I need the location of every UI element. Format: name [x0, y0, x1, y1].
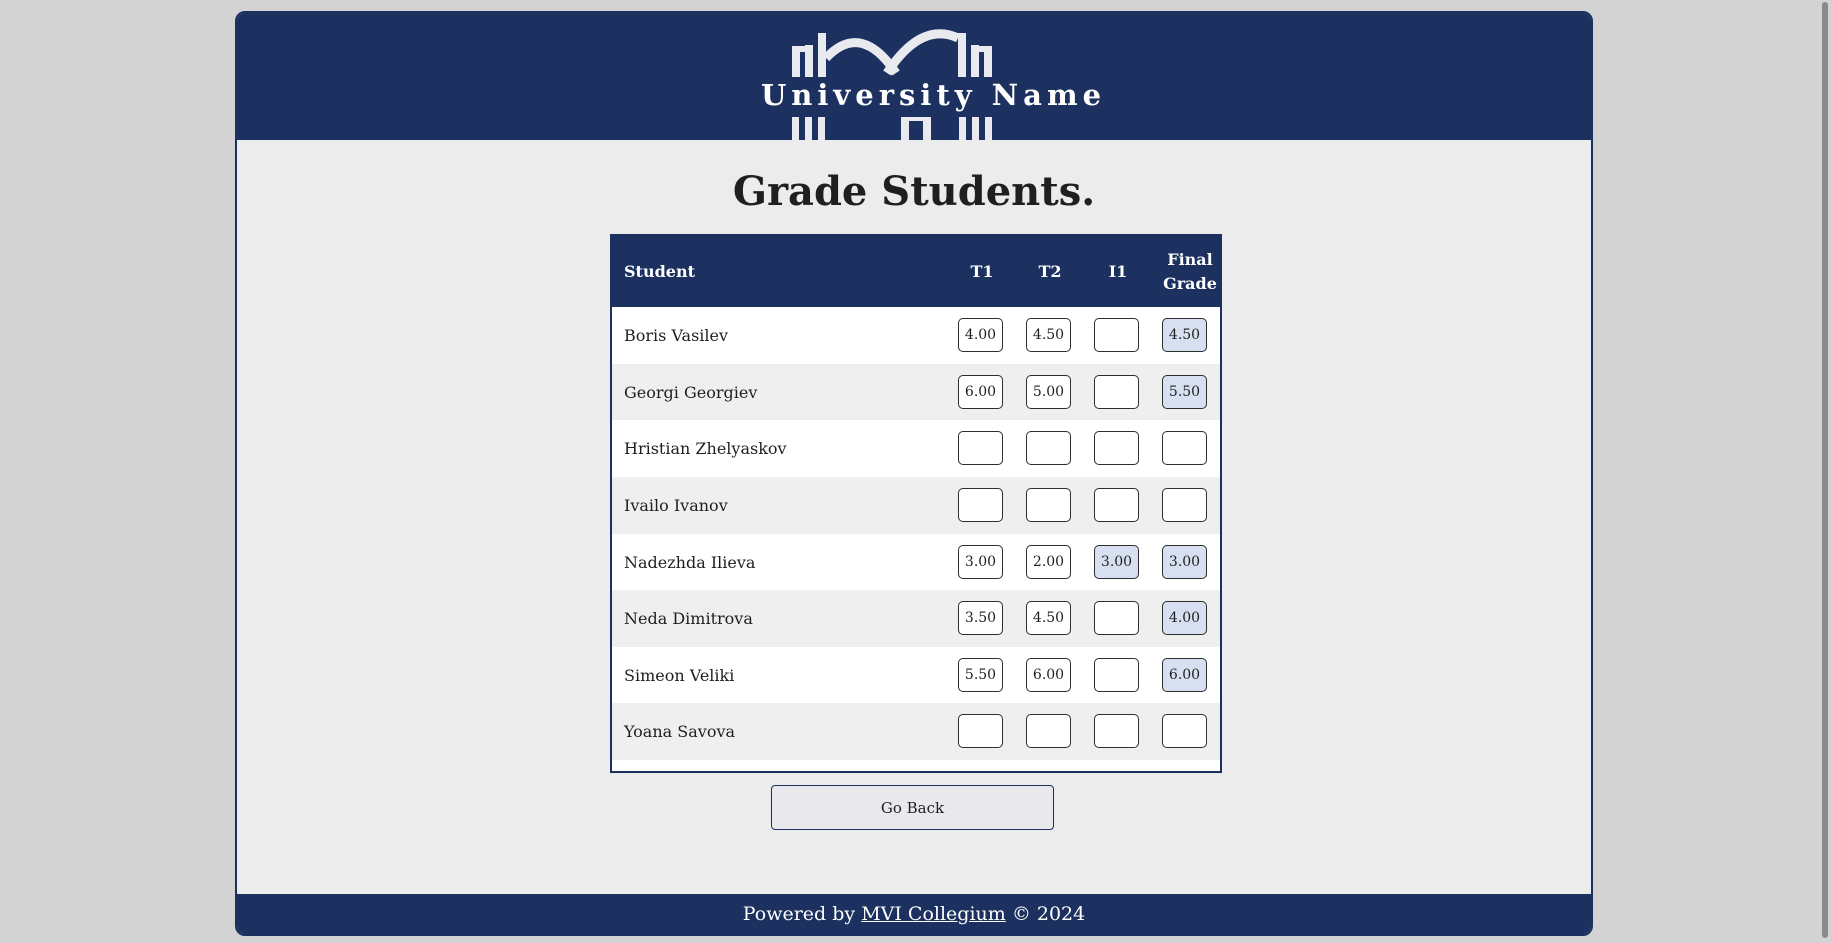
- final-grade-input[interactable]: [1162, 658, 1207, 692]
- footer: Powered by MVI Collegium © 2024: [237, 894, 1591, 934]
- i1-grade-input[interactable]: [1094, 375, 1139, 409]
- column-header-i1: I1: [1108, 261, 1128, 281]
- table-header: Student T1 T2 I1 Final Grade: [612, 236, 1220, 307]
- final-grade-input[interactable]: [1162, 545, 1207, 579]
- t2-grade-input[interactable]: [1026, 545, 1071, 579]
- final-grade-input[interactable]: [1162, 318, 1207, 352]
- t1-grade-input[interactable]: [958, 601, 1003, 635]
- mvi-collegium-link[interactable]: MVI Collegium: [861, 903, 1006, 925]
- t2-grade-input[interactable]: [1026, 488, 1071, 522]
- t2-grade-input[interactable]: [1026, 375, 1071, 409]
- t1-grade-input[interactable]: [958, 488, 1003, 522]
- t1-grade-input[interactable]: [958, 375, 1003, 409]
- t1-grade-input[interactable]: [958, 431, 1003, 465]
- page-container: University Name Grade Students. Student …: [235, 11, 1593, 936]
- table-row: Yoana Savova: [612, 703, 1220, 760]
- table-row: Ivailo Ivanov: [612, 477, 1220, 534]
- final-grade-input[interactable]: [1162, 488, 1207, 522]
- final-grade-input[interactable]: [1162, 375, 1207, 409]
- t2-grade-input[interactable]: [1026, 601, 1071, 635]
- go-back-button[interactable]: Go Back: [771, 785, 1054, 830]
- footer-prefix: Powered by: [742, 903, 862, 925]
- university-building-logo-icon: [792, 29, 992, 140]
- student-name: Simeon Veliki: [624, 666, 735, 685]
- t1-grade-input[interactable]: [958, 714, 1003, 748]
- t2-grade-input[interactable]: [1026, 714, 1071, 748]
- scrollbar-thumb[interactable]: [1822, 2, 1828, 938]
- student-name: Neda Dimitrova: [624, 609, 753, 628]
- student-name: Yoana Savova: [624, 722, 736, 741]
- table-row: Neda Dimitrova: [612, 590, 1220, 647]
- t2-grade-input[interactable]: [1026, 431, 1071, 465]
- t1-grade-input[interactable]: [958, 658, 1003, 692]
- final-grade-input[interactable]: [1162, 601, 1207, 635]
- t1-grade-input[interactable]: [958, 545, 1003, 579]
- university-logo: University Name: [761, 13, 1107, 140]
- student-name: Georgi Georgiev: [624, 383, 758, 402]
- column-header-student: Student: [624, 261, 695, 281]
- column-header-final-line2: Grade: [1163, 273, 1217, 293]
- final-grade-input[interactable]: [1162, 431, 1207, 465]
- student-name: Nadezhda Ilieva: [624, 553, 756, 572]
- grades-table: Student T1 T2 I1 Final Grade Boris Vasil…: [610, 234, 1222, 773]
- student-name: Hristian Zhelyaskov: [624, 439, 787, 458]
- student-name: Boris Vasilev: [624, 326, 729, 345]
- header: University Name: [237, 13, 1591, 140]
- page-scrollbar[interactable]: [1818, 0, 1832, 943]
- column-header-t2: T2: [1038, 261, 1062, 281]
- table-row: Hristian Zhelyaskov: [612, 420, 1220, 477]
- table-row: Georgi Georgiev: [612, 364, 1220, 421]
- i1-grade-input[interactable]: [1094, 658, 1139, 692]
- t2-grade-input[interactable]: [1026, 318, 1071, 352]
- table-row: Simeon Veliki: [612, 647, 1220, 704]
- student-name: Ivailo Ivanov: [624, 496, 728, 515]
- t2-grade-input[interactable]: [1026, 658, 1071, 692]
- final-grade-input[interactable]: [1162, 714, 1207, 748]
- i1-grade-input[interactable]: [1094, 545, 1139, 579]
- table-row: Boris Vasilev: [612, 307, 1220, 364]
- column-header-t1: T1: [970, 261, 994, 281]
- i1-grade-input[interactable]: [1094, 318, 1139, 352]
- i1-grade-input[interactable]: [1094, 488, 1139, 522]
- column-header-final-grade: Final Grade: [1158, 236, 1222, 307]
- footer-suffix: © 2024: [1005, 903, 1086, 925]
- page-title: Grade Students.: [732, 168, 1096, 215]
- column-header-final-line1: Final: [1167, 249, 1213, 269]
- i1-grade-input[interactable]: [1094, 714, 1139, 748]
- university-name: University Name: [761, 78, 1107, 112]
- i1-grade-input[interactable]: [1094, 431, 1139, 465]
- table-row: Nadezhda Ilieva: [612, 534, 1220, 591]
- t1-grade-input[interactable]: [958, 318, 1003, 352]
- i1-grade-input[interactable]: [1094, 601, 1139, 635]
